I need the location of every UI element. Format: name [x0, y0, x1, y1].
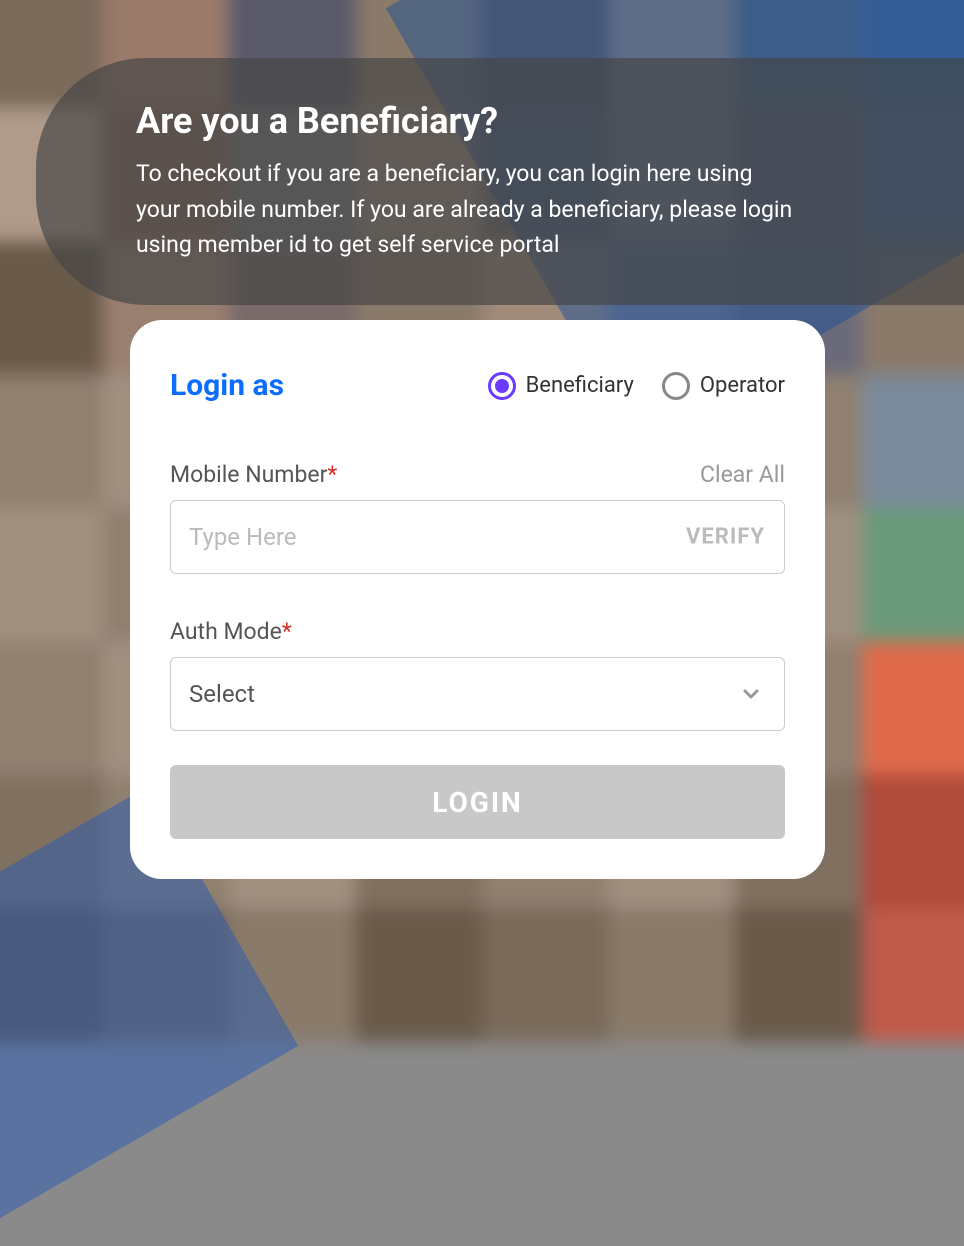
required-asterisk: * — [282, 618, 292, 645]
login-card: Login as Beneficiary Operator Mobile Num… — [130, 320, 825, 879]
radio-operator[interactable]: Operator — [662, 372, 785, 400]
verify-button[interactable]: VERIFY — [686, 525, 765, 550]
required-asterisk: * — [327, 461, 337, 488]
clear-all-button[interactable]: Clear All — [700, 461, 785, 488]
login-as-title: Login as — [170, 368, 284, 403]
radio-operator-label: Operator — [700, 373, 785, 398]
banner-title: Are you a Beneficiary? — [136, 100, 904, 142]
radio-beneficiary[interactable]: Beneficiary — [488, 372, 634, 400]
info-banner: Are you a Beneficiary? To checkout if yo… — [36, 58, 964, 305]
auth-mode-select[interactable]: Select — [170, 657, 785, 731]
auth-mode-select-wrapper: Select — [170, 657, 785, 731]
radio-beneficiary-label: Beneficiary — [526, 373, 634, 398]
mobile-field-row: Mobile Number* Clear All — [170, 461, 785, 488]
card-header: Login as Beneficiary Operator — [170, 368, 785, 403]
mobile-number-label: Mobile Number* — [170, 461, 337, 488]
login-button[interactable]: LOGIN — [170, 765, 785, 839]
radio-dot-icon — [495, 379, 509, 393]
auth-mode-label-text: Auth Mode — [170, 618, 282, 645]
mobile-label-text: Mobile Number — [170, 461, 327, 488]
login-as-radio-group: Beneficiary Operator — [488, 372, 785, 400]
radio-circle-icon — [488, 372, 516, 400]
mobile-input-wrapper: VERIFY — [170, 500, 785, 574]
auth-mode-selected-text: Select — [189, 680, 255, 708]
auth-mode-label: Auth Mode* — [170, 618, 785, 645]
banner-description: To checkout if you are a beneficiary, yo… — [136, 156, 796, 263]
radio-circle-icon — [662, 372, 690, 400]
